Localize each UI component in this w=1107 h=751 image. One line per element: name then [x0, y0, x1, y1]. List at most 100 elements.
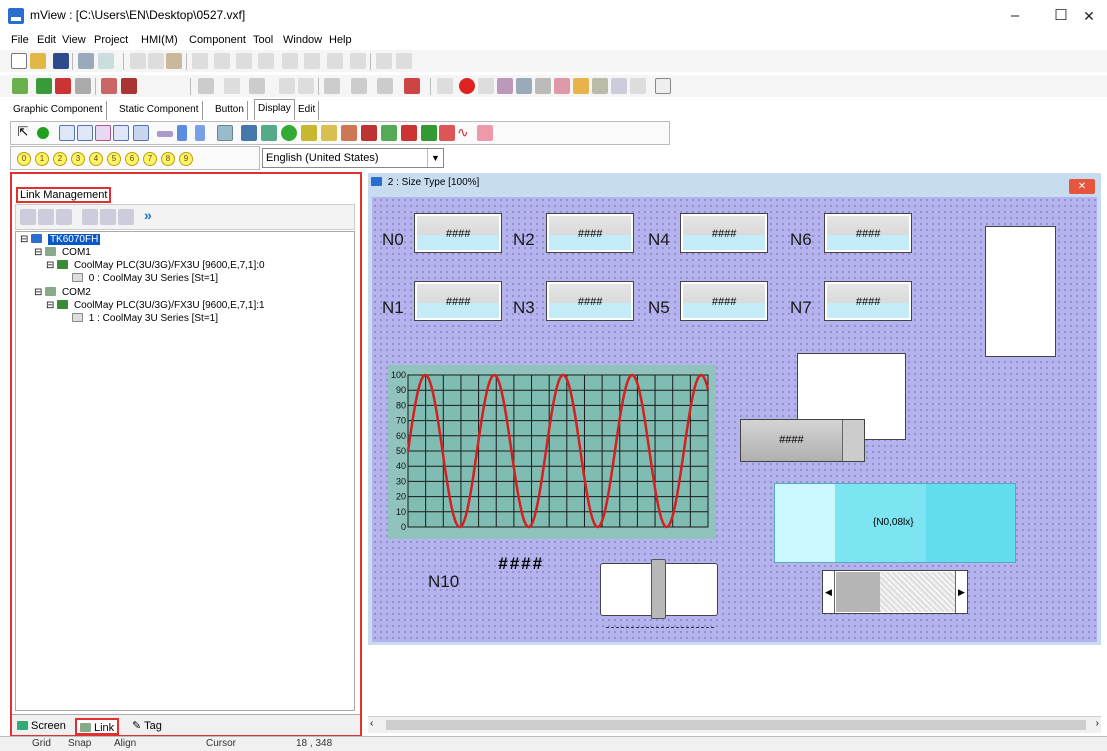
status-grid[interactable]: Grid: [32, 738, 51, 749]
window-icon[interactable]: [655, 78, 671, 94]
design-canvas[interactable]: N0 #### N2 #### N4 #### N6 #### N1 #### …: [372, 197, 1097, 642]
zoom-out-icon[interactable]: [298, 78, 314, 94]
link-icon[interactable]: [351, 78, 367, 94]
flow-icon[interactable]: [439, 125, 455, 141]
layer-icon[interactable]: [324, 78, 340, 94]
slider-thumb[interactable]: [651, 559, 666, 619]
numeric-display-n7[interactable]: ####: [824, 281, 912, 321]
menu-edit[interactable]: Edit: [37, 34, 56, 46]
download-icon[interactable]: [36, 78, 52, 94]
menu-view[interactable]: View: [62, 34, 86, 46]
xy-plot-icon[interactable]: [301, 125, 317, 141]
num-button-2[interactable]: 2: [53, 152, 67, 166]
tree-com1-plc[interactable]: ⊟ CoolMay PLC(3U/3G)/FX3U [9600,E,7,1]:0: [46, 260, 265, 271]
undo-icon[interactable]: [78, 53, 94, 69]
numeric-display-n2[interactable]: ####: [546, 213, 634, 253]
menu-tool[interactable]: Tool: [253, 34, 273, 46]
numeric-display-n4[interactable]: ####: [680, 213, 768, 253]
sound-icon[interactable]: [497, 78, 513, 94]
pen-icon[interactable]: [377, 78, 393, 94]
operation-log-icon[interactable]: [421, 125, 437, 141]
scroll-thumb[interactable]: [836, 572, 880, 612]
bring-front-icon[interactable]: [376, 53, 392, 69]
trend-icon[interactable]: [535, 78, 551, 94]
tab-display[interactable]: Display: [254, 99, 295, 120]
add-link-icon[interactable]: [20, 209, 36, 225]
grid-icon[interactable]: [249, 78, 265, 94]
arrow-icon[interactable]: [478, 78, 494, 94]
tab-button[interactable]: Button: [212, 101, 248, 120]
add-device-icon[interactable]: [38, 209, 54, 225]
pointer-icon[interactable]: ⇱: [15, 125, 31, 141]
num-button-4[interactable]: 4: [89, 152, 103, 166]
minimize-button[interactable]: –: [992, 2, 1038, 30]
vbar-icon[interactable]: [177, 125, 187, 141]
tab-tag[interactable]: ✎ Tag: [129, 718, 165, 735]
menu-hmi[interactable]: HMI(M): [141, 34, 178, 46]
small-numeric-display[interactable]: ####: [740, 419, 865, 462]
cut-icon[interactable]: [130, 53, 146, 69]
collapse-icon[interactable]: ⊟: [34, 287, 42, 298]
screen-icon[interactable]: [198, 78, 214, 94]
tree-com2-device[interactable]: 1 : CoolMay 3U Series [St=1]: [72, 313, 218, 324]
alarm-icon[interactable]: [459, 78, 475, 94]
simulate-icon[interactable]: [75, 78, 91, 94]
tag-icon[interactable]: [224, 78, 240, 94]
language-select[interactable]: English (United States) ▼: [262, 148, 444, 168]
paste-icon[interactable]: [166, 53, 182, 69]
print-icon[interactable]: [611, 78, 627, 94]
chevron-down-icon[interactable]: ▼: [427, 149, 443, 167]
recipe-display-icon[interactable]: [401, 125, 417, 141]
alarm-display-icon[interactable]: [361, 125, 377, 141]
align-top-icon[interactable]: [258, 53, 274, 69]
num-button-5[interactable]: 5: [107, 152, 121, 166]
trend-chart[interactable]: 100 90 80 70 60 50 40 30 20 10 0: [388, 365, 716, 539]
lamp-icon[interactable]: [37, 127, 49, 139]
collapse-icon[interactable]: ⊟: [20, 234, 28, 245]
upload-icon[interactable]: [55, 78, 71, 94]
chevron-left-icon[interactable]: ‹: [370, 718, 373, 729]
menu-window[interactable]: Window: [283, 34, 322, 46]
slider[interactable]: [600, 559, 718, 628]
properties-icon[interactable]: [118, 209, 134, 225]
space-icon[interactable]: [304, 53, 320, 69]
chevron-right-icon[interactable]: ›: [1096, 718, 1099, 729]
status-snap[interactable]: Snap: [68, 738, 91, 749]
save-icon[interactable]: [53, 53, 69, 69]
collapse-icon[interactable]: ⊟: [34, 247, 42, 258]
trend-chart-icon[interactable]: [321, 125, 337, 141]
align-center-icon[interactable]: [214, 53, 230, 69]
numeric-display-icon[interactable]: [59, 125, 75, 141]
expand-icon[interactable]: »: [144, 207, 160, 223]
align-right-icon[interactable]: [236, 53, 252, 69]
user-icon[interactable]: [554, 78, 570, 94]
tab-link[interactable]: Link: [75, 718, 120, 735]
tab-edit[interactable]: Edit: [295, 101, 320, 120]
menu-help[interactable]: Help: [329, 34, 352, 46]
macro-icon[interactable]: [573, 78, 589, 94]
bar-graph-icon[interactable]: [195, 125, 205, 141]
collapse-icon[interactable]: ⊟: [46, 300, 54, 311]
numeric-display-n5[interactable]: ####: [680, 281, 768, 321]
numeric-display-n1[interactable]: ####: [414, 281, 502, 321]
align-left-icon[interactable]: [192, 53, 208, 69]
num-button-9[interactable]: 9: [179, 152, 193, 166]
tree-com1[interactable]: ⊟ COM1: [34, 247, 91, 258]
editor-horizontal-scrollbar[interactable]: ‹ ›: [368, 716, 1101, 733]
menu-file[interactable]: File: [11, 34, 29, 46]
tree-root[interactable]: ⊟ TK6070FH: [20, 234, 101, 245]
num-button-6[interactable]: 6: [125, 152, 139, 166]
scroll-track[interactable]: [880, 572, 955, 612]
zoom-in-icon[interactable]: [279, 78, 295, 94]
copy-icon[interactable]: [148, 53, 164, 69]
recipe-icon[interactable]: [516, 78, 532, 94]
numeric-display-n6[interactable]: ####: [824, 213, 912, 253]
group-icon[interactable]: [327, 53, 343, 69]
history-icon[interactable]: [341, 125, 357, 141]
tall-white-panel[interactable]: [985, 226, 1056, 357]
scrollbar-thumb[interactable]: [386, 720, 1086, 730]
tree-com2[interactable]: ⊟ COM2: [34, 287, 91, 298]
num-button-7[interactable]: 7: [143, 152, 157, 166]
menu-project[interactable]: Project: [94, 34, 128, 46]
close-screen-button[interactable]: ✕: [1069, 179, 1095, 194]
